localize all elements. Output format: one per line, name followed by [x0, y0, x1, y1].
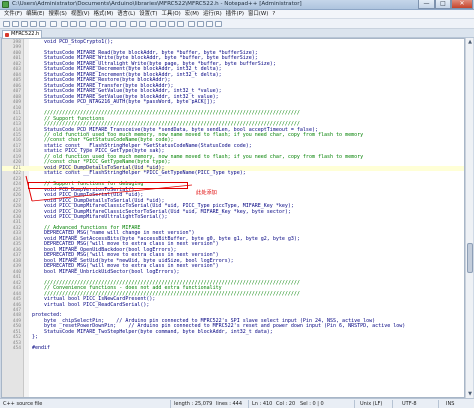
minimize-button[interactable]: —	[418, 0, 435, 9]
copy-icon[interactable]	[70, 21, 77, 27]
menu-file[interactable]: 文件(F)	[2, 10, 24, 19]
notepad-plus-plus-icon	[2, 1, 9, 8]
sync-scroll-icon[interactable]	[150, 21, 157, 27]
tab-label: MFRC522.h	[11, 31, 40, 37]
redo-icon[interactable]	[99, 21, 106, 27]
file-modified-icon	[5, 33, 9, 37]
toolbar	[0, 19, 474, 29]
annotation-highlight-box	[28, 182, 188, 189]
record-macro-icon[interactable]	[188, 21, 195, 27]
maximize-button[interactable]: □	[435, 0, 451, 9]
code-text: #endif	[32, 345, 51, 352]
undo-icon[interactable]	[90, 21, 97, 27]
print-icon[interactable]	[50, 21, 57, 27]
scroll-down-icon[interactable]: ▼	[466, 390, 474, 398]
stop-macro-icon[interactable]	[197, 21, 204, 27]
tab-bar: MFRC522.h	[0, 29, 474, 38]
menu-run[interactable]: 运行(R)	[201, 10, 224, 19]
close-file-icon[interactable]	[39, 21, 46, 27]
menu-window[interactable]: 窗口(W)	[246, 10, 270, 19]
cut-icon[interactable]	[61, 21, 68, 27]
save-all-icon[interactable]	[30, 21, 37, 27]
menu-edit[interactable]: 编辑(E)	[24, 10, 46, 19]
code-line[interactable]: 454 #endif	[2, 345, 464, 352]
zoom-in-icon[interactable]	[130, 21, 137, 27]
menu-bar: 文件(F) 编辑(E) 搜索(S) 视图(V) 格式(M) 语言(L) 设置(T) 工具(O)…	[0, 10, 474, 19]
save-macro-icon[interactable]	[215, 21, 222, 27]
status-encoding[interactable]: UTF-8	[402, 400, 417, 408]
menu-macro[interactable]: 宏(M)	[183, 10, 201, 19]
paste-icon[interactable]	[79, 21, 86, 27]
save-icon[interactable]	[21, 21, 28, 27]
new-file-icon[interactable]	[3, 21, 10, 27]
close-button[interactable]: ✕	[451, 0, 473, 9]
status-insert-mode[interactable]: INS	[446, 400, 454, 408]
code-lines: 398 void PCD_StopCrypto1(); 399 400 Status…	[2, 39, 464, 352]
menu-help[interactable]: ?	[270, 10, 277, 19]
scrollbar-thumb[interactable]	[467, 243, 473, 273]
tab-mfrc522-h[interactable]: MFRC522.h	[2, 30, 42, 38]
show-all-chars-icon[interactable]	[168, 21, 175, 27]
annotation-label: 此处添加	[196, 190, 217, 196]
menu-language[interactable]: 语言(L)	[115, 10, 137, 19]
window-title: C:\Users\Administrator\Documents\Arduino…	[12, 1, 302, 7]
status-length: length : 25,079	[174, 401, 213, 407]
code-editor[interactable]: 398 void PCD_StopCrypto1(); 399 400 Status…	[1, 38, 465, 398]
indent-guide-icon[interactable]	[177, 21, 184, 27]
vertical-scrollbar[interactable]: ▲ ▼	[465, 38, 473, 398]
zoom-out-icon[interactable]	[139, 21, 146, 27]
line-number: 454	[12, 346, 21, 352]
menu-plugins[interactable]: 插件(P)	[224, 10, 246, 19]
replace-icon[interactable]	[119, 21, 126, 27]
scroll-up-icon[interactable]: ▲	[466, 38, 474, 46]
status-lines: lines : 444	[216, 401, 243, 407]
title-bar: C:\Users\Administrator\Documents\Arduino…	[0, 0, 474, 10]
menu-view[interactable]: 视图(V)	[69, 10, 92, 19]
menu-search[interactable]: 搜索(S)	[47, 10, 69, 19]
status-column: Col : 20	[276, 401, 296, 407]
menu-tools[interactable]: 工具(O)	[160, 10, 183, 19]
status-bar: C++ source file length : 25,079 lines : …	[0, 398, 474, 408]
menu-settings[interactable]: 设置(T)	[137, 10, 159, 19]
find-icon[interactable]	[110, 21, 117, 27]
status-eol[interactable]: Unix (LF)	[360, 400, 382, 408]
status-file-type: C++ source file	[3, 401, 43, 407]
play-macro-icon[interactable]	[206, 21, 213, 27]
status-selection: Sel : 0 | 0	[300, 401, 324, 407]
status-line-number: Ln : 410	[252, 401, 273, 407]
word-wrap-icon[interactable]	[159, 21, 166, 27]
open-file-icon[interactable]	[12, 21, 19, 27]
menu-format[interactable]: 格式(M)	[92, 10, 116, 19]
